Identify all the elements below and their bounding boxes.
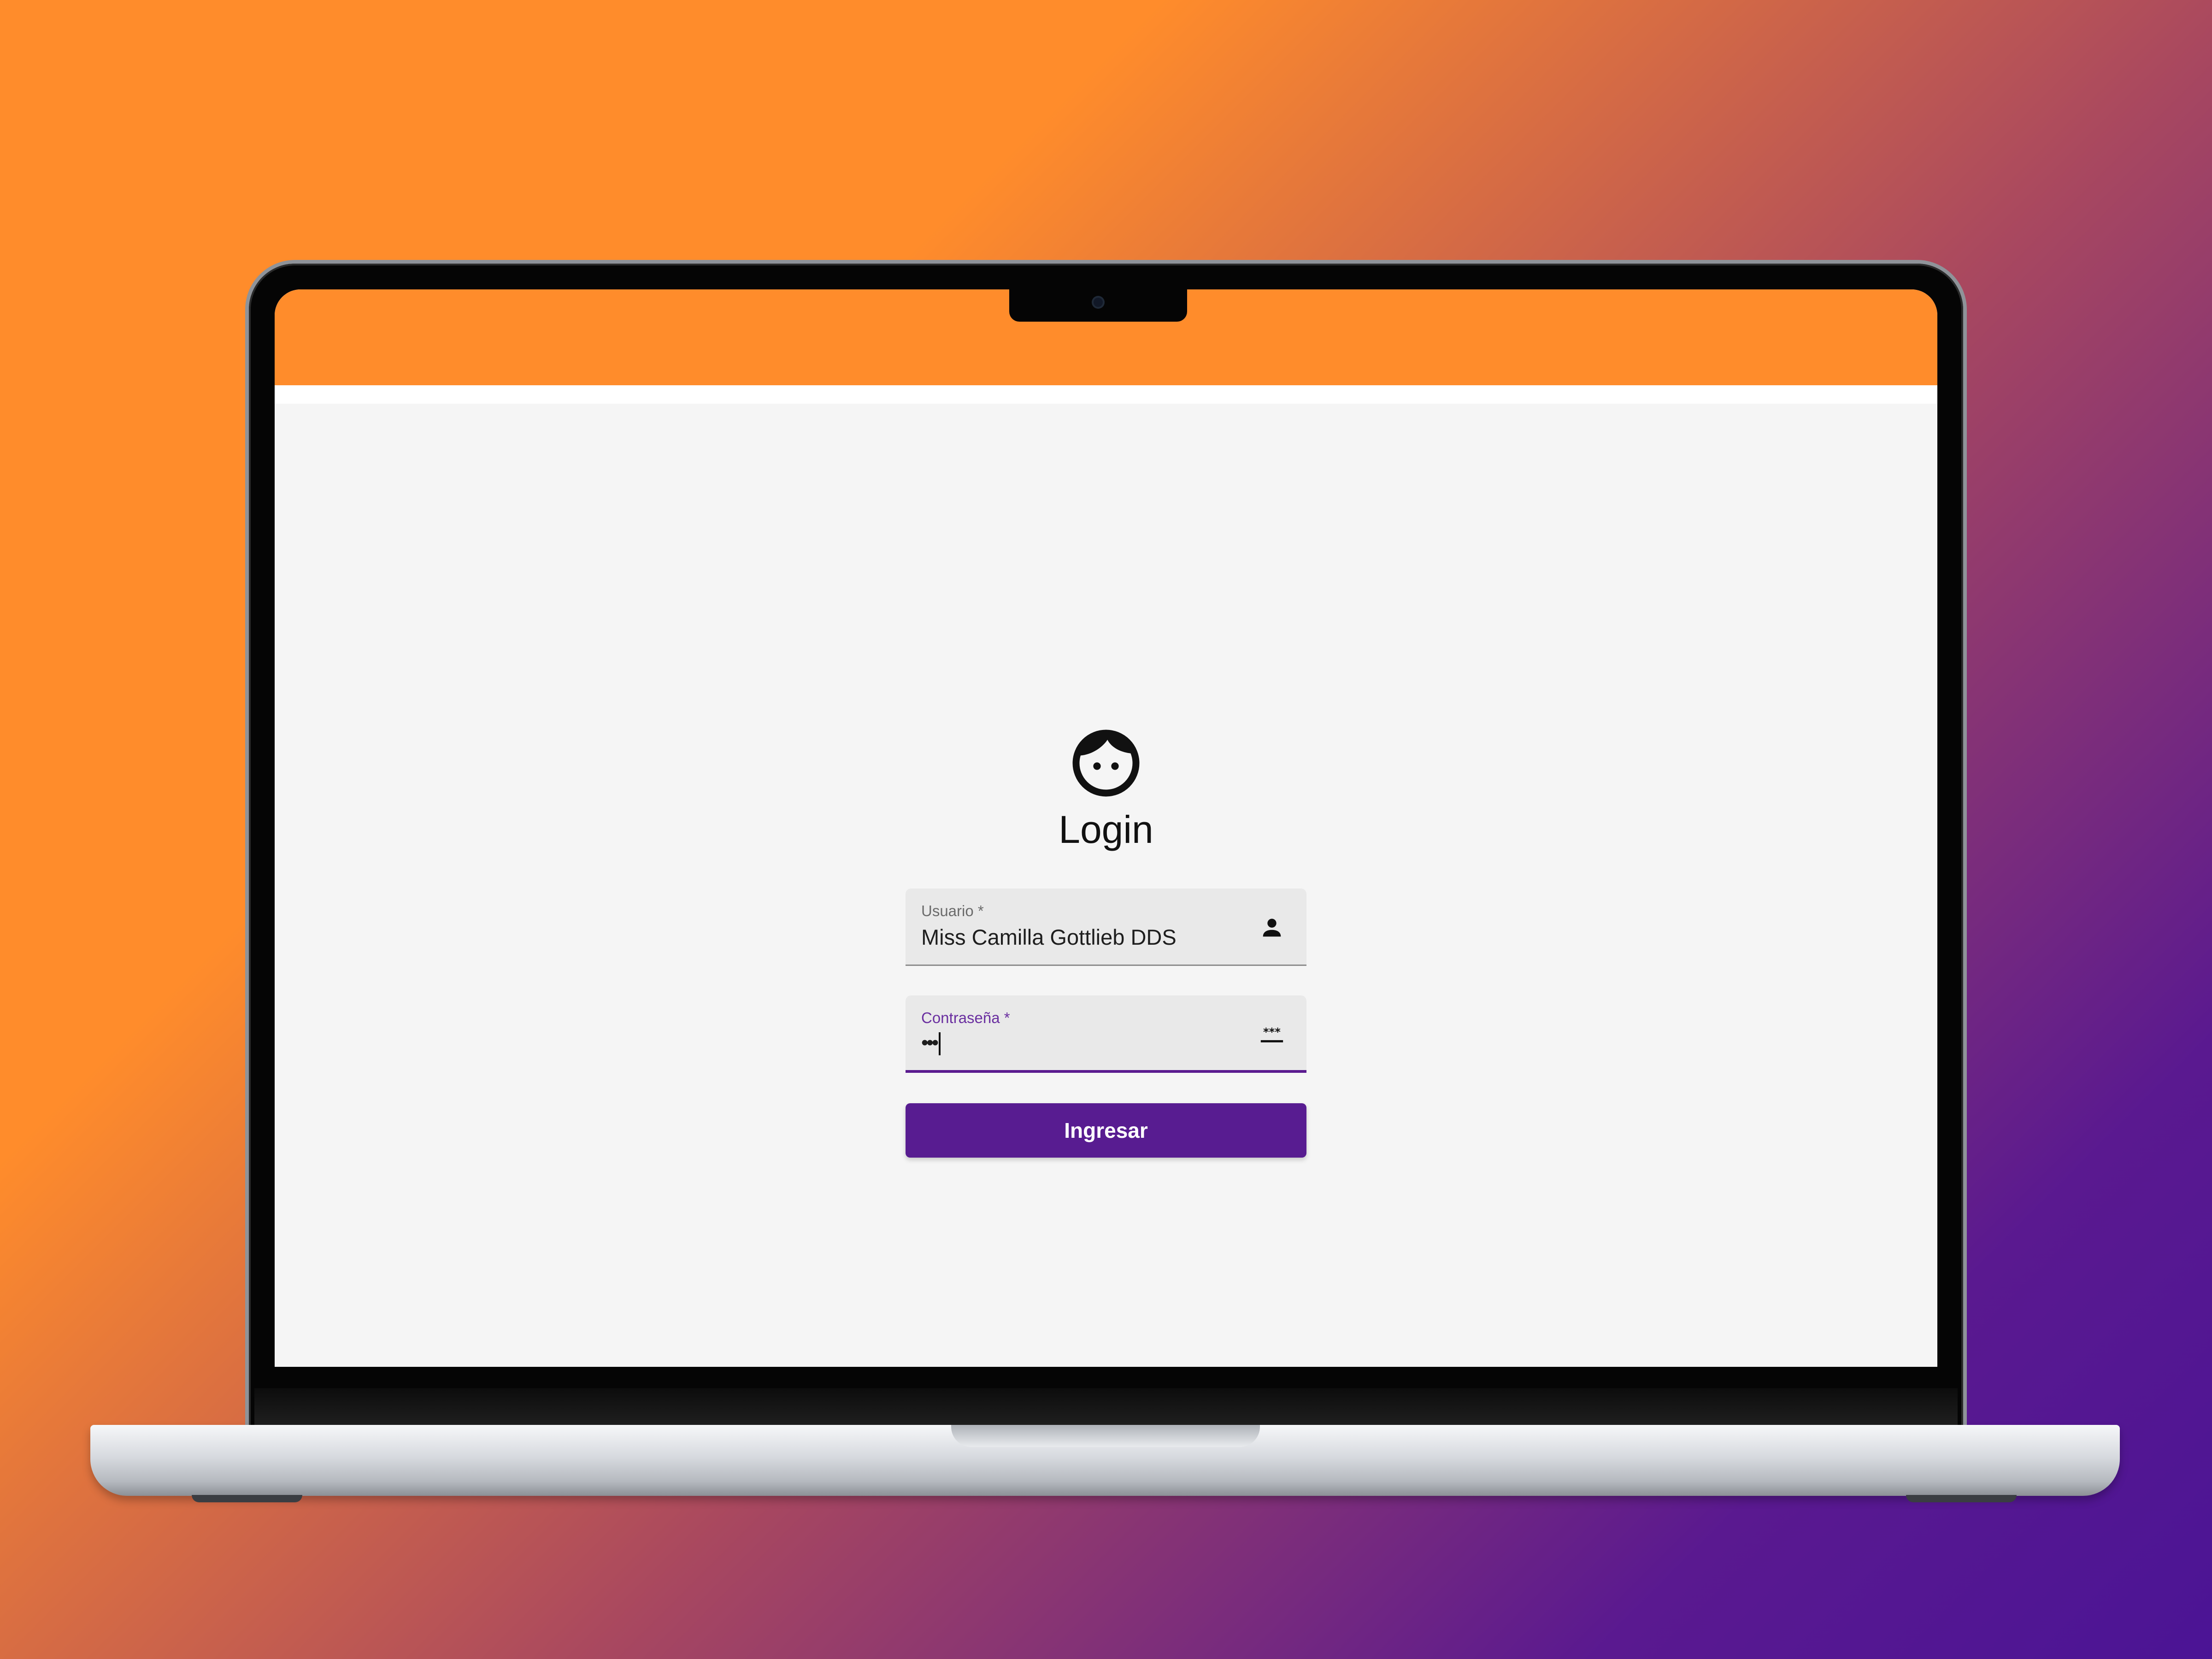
face-icon (1072, 729, 1140, 797)
username-field[interactable]: Usuario * Miss Camilla Gottlieb DDS (906, 888, 1306, 966)
username-label: Usuario * (921, 902, 984, 919)
password-label: Contraseña * (921, 1009, 1010, 1026)
login-submit-button[interactable]: Ingresar (906, 1103, 1306, 1158)
laptop-screen: Login Usuario * Miss Camilla Gottlieb DD… (275, 289, 1937, 1367)
svg-text:***: *** (1263, 1025, 1281, 1038)
page-title: Login (1059, 808, 1153, 851)
person-icon (1263, 918, 1281, 937)
laptop-base (90, 1425, 2120, 1496)
camera-notch (1009, 289, 1187, 322)
password-masked-value: ••• (921, 1031, 939, 1054)
password-input[interactable]: ••• (921, 1031, 941, 1056)
password-field[interactable]: Contraseña * ••• *** (906, 995, 1306, 1073)
laptop-foot-right (1906, 1495, 2017, 1502)
base-thumb-notch (951, 1425, 1260, 1447)
lid-hinge (254, 1388, 1958, 1427)
password-dots-icon: *** (1260, 1025, 1283, 1042)
username-input[interactable]: Miss Camilla Gottlieb DDS (921, 924, 1177, 950)
text-cursor (939, 1032, 941, 1056)
toolbar-divider (275, 385, 1937, 404)
laptop-foot-left (192, 1495, 302, 1502)
camera-lens (1094, 298, 1103, 307)
laptop-lid: Login Usuario * Miss Camilla Gottlieb DD… (249, 264, 1963, 1427)
